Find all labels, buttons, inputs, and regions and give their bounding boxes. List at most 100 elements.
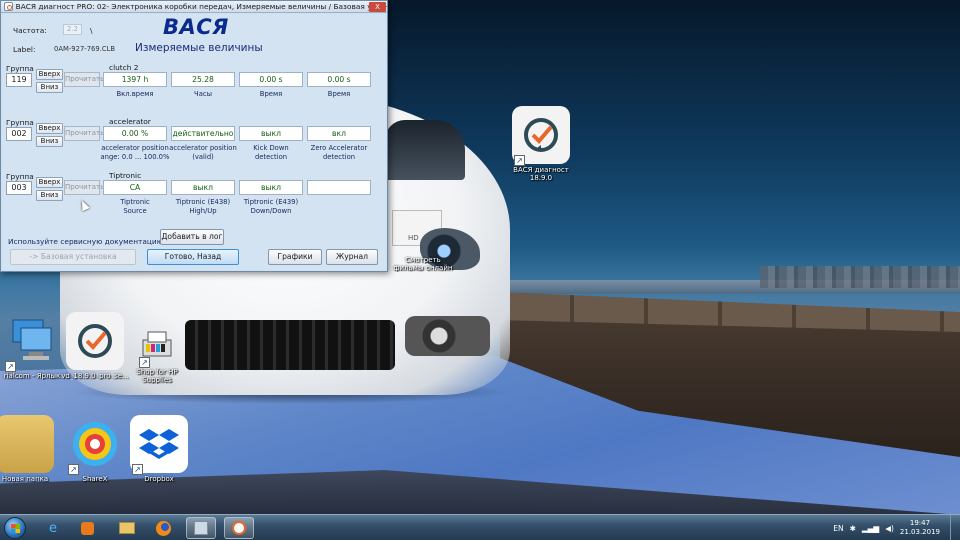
vasya-taskbar-icon[interactable] — [224, 517, 254, 539]
group-number-input[interactable]: 003 — [6, 181, 32, 195]
folder-icon — [0, 415, 54, 473]
label-file: 0AM-927-769.CLB — [54, 45, 116, 53]
group-number-input[interactable]: 119 — [6, 73, 32, 87]
group-down-button[interactable]: Вниз — [36, 190, 63, 201]
media-player-icon[interactable] — [72, 517, 102, 539]
clock-date: 21.03.2019 — [899, 528, 940, 536]
shortcut-arrow-icon: ↗ — [68, 464, 79, 475]
label-caption: Label: — [13, 45, 36, 54]
value-cell: выкл — [171, 180, 235, 195]
read-button[interactable]: Прочитать — [64, 126, 104, 141]
vasya-window[interactable]: ВАСЯ диагност PRO: 02- Электроника короб… — [0, 0, 388, 272]
value-cell: выкл — [239, 126, 303, 141]
value-caption: detection — [322, 153, 356, 161]
close-button[interactable]: X — [369, 2, 386, 12]
read-button[interactable]: Прочитать — [64, 180, 104, 195]
group-label: Группа — [6, 64, 34, 73]
value-caption: Tiptronic — [120, 198, 150, 206]
vasya-app-icon[interactable] — [186, 517, 216, 539]
ie-icon[interactable]: e — [38, 517, 68, 539]
desktop-icon-hp-supplies[interactable]: ↗ Shop for HP Supplies — [122, 326, 192, 384]
value-cell: выкл — [239, 180, 303, 195]
value-cell: 0.00 s — [239, 72, 303, 87]
tray-icon-bluetooth[interactable]: ✱ — [850, 524, 856, 533]
shortcut-arrow-icon: ↗ — [514, 155, 525, 166]
value-cell: CA — [103, 180, 167, 195]
start-button[interactable] — [4, 517, 26, 539]
window-titlebar[interactable]: ВАСЯ диагност PRO: 02- Электроника короб… — [1, 1, 387, 13]
desktop-icon-vd-installer[interactable]: vd_18.9.0_pro_se... — [60, 312, 130, 380]
desktop-icon-label: Dropbox — [144, 475, 174, 483]
desktop-icon-label: Shop for HP — [136, 368, 178, 376]
desktop-icon-label: ShareX — [82, 475, 108, 483]
firefox-icon[interactable] — [148, 517, 178, 539]
wallpaper-car-foglamp — [405, 316, 490, 356]
app-title: ВАСЯ — [163, 15, 229, 39]
desktop-icon-label: rialcom - Ярлык — [3, 372, 61, 380]
desktop-icon-dropbox[interactable]: ↗ Dropbox — [124, 415, 194, 483]
graphs-button[interactable]: Графики — [268, 249, 322, 265]
measurement-group: Группа 003 Вверх Вниз Прочитать Tiptroni… — [2, 171, 388, 226]
clock[interactable]: 19:47 21.03.2019 — [900, 519, 940, 537]
value-caption: detection — [254, 153, 288, 161]
language-indicator[interactable]: EN — [833, 524, 843, 533]
value-caption: Tiptronic (E438) — [175, 198, 231, 206]
desktop-icon-video[interactable]: Смотреть фильмы онлайн — [388, 254, 458, 272]
read-button[interactable]: Прочитать — [64, 72, 104, 87]
value-caption: Source — [123, 207, 147, 215]
frequency-unit: \ — [90, 26, 93, 35]
basic-setting-button[interactable]: -> Базовая установка — [10, 249, 136, 265]
clock-time: 19:47 — [909, 519, 931, 527]
wallpaper-car-windshield — [385, 120, 465, 180]
desktop-icon-new-folder[interactable]: Новая папка — [0, 415, 60, 483]
wallpaper-plate-text: HD — [408, 234, 419, 242]
desktop-icon-label: vd_18.9.0_pro_se... — [61, 372, 129, 380]
desktop-icon-sharex[interactable]: ↗ ShareX — [60, 415, 130, 483]
tray-icon-volume[interactable]: ◀) — [885, 524, 894, 533]
show-desktop-button[interactable] — [950, 515, 960, 540]
group-down-button[interactable]: Вниз — [36, 82, 63, 93]
value-caption: Часы — [194, 90, 212, 98]
value-cell: вкл — [307, 126, 371, 141]
group-name: Tiptronic — [109, 171, 142, 180]
vasya-icon: ↗ — [512, 106, 570, 166]
windows-logo-icon — [11, 524, 20, 533]
value-cell: действительно — [171, 126, 235, 141]
group-number-input[interactable]: 002 — [6, 127, 32, 141]
value-caption: accelerator position — [101, 144, 169, 152]
add-to-log-button[interactable]: Добавить в лог — [160, 229, 224, 245]
value-caption: Kick Down — [253, 144, 289, 152]
value-cell: 1397 h — [103, 72, 167, 87]
sharex-icon: ↗ — [66, 415, 124, 475]
desktop-icon-rialcom[interactable]: ↗ rialcom - Ярлык — [0, 312, 67, 380]
desktop-icon-label: Supplies — [142, 376, 172, 384]
vasya-icon — [66, 312, 124, 370]
done-back-button[interactable]: Готово, Назад — [147, 249, 239, 265]
taskbar: e EN ✱ ▂▄▆ ◀) 19:47 21.03.2019 — [0, 514, 960, 540]
value-caption: Время — [259, 90, 283, 98]
value-caption: Down/Down — [250, 207, 292, 215]
system-tray: EN ✱ ▂▄▆ ◀) 19:47 21.03.2019 — [833, 515, 960, 540]
wallpaper-city — [760, 266, 960, 288]
group-down-button[interactable]: Вниз — [36, 136, 63, 147]
value-cell: 0.00 % — [103, 126, 167, 141]
desktop-icon-label: ВАСЯ диагност — [513, 166, 569, 174]
group-up-button[interactable]: Вверх — [36, 123, 63, 134]
journal-button[interactable]: Журнал — [326, 249, 378, 265]
app-icon — [4, 2, 13, 11]
value-cell: 0.00 s — [307, 72, 371, 87]
desktop-icon-vasya[interactable]: ↗ ВАСЯ диагност 18.9.0 — [506, 106, 576, 182]
group-up-button[interactable]: Вверх — [36, 177, 63, 188]
group-up-button[interactable]: Вверх — [36, 69, 63, 80]
shortcut-arrow-icon: ↗ — [132, 464, 143, 475]
value-caption: Tiptronic (E439) — [243, 198, 299, 206]
file-explorer-icon[interactable] — [112, 517, 142, 539]
tray-icon-network[interactable]: ▂▄▆ — [862, 524, 879, 533]
value-caption: accelerator position — [169, 144, 237, 152]
desktop-icon-label: Смотреть — [405, 256, 441, 264]
value-cell: 25.28 — [171, 72, 235, 87]
group-name: clutch 2 — [109, 63, 139, 72]
frequency-label: Частота: — [13, 26, 47, 35]
remote-desktop-icon: ↗ — [3, 312, 61, 372]
value-cell — [307, 180, 371, 195]
